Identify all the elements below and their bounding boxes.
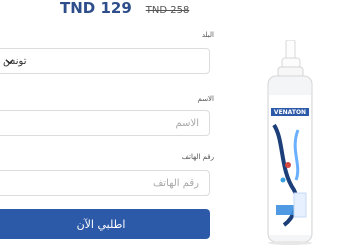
country-select-value: تونس	[3, 55, 27, 67]
country-label: البلد	[201, 31, 214, 39]
order-now-button[interactable]: اطلبي الآن	[0, 209, 210, 239]
chevron-down-icon	[5, 59, 14, 65]
price-block: TND 129 TND 258	[60, 0, 189, 19]
name-label: الاسم	[197, 95, 214, 103]
country-select[interactable]: تونس	[0, 48, 210, 74]
price-old: TND 258	[145, 5, 190, 16]
product-bottle-image: VENATON	[267, 40, 313, 245]
name-field[interactable]	[0, 110, 210, 136]
price-new: TND 129	[60, 0, 132, 17]
phone-input[interactable]	[0, 171, 209, 196]
product-brand-text: VENATON	[274, 109, 306, 116]
name-input[interactable]	[0, 111, 209, 136]
phone-field[interactable]	[0, 170, 210, 196]
phone-label: رقم الهاتف	[181, 153, 214, 161]
